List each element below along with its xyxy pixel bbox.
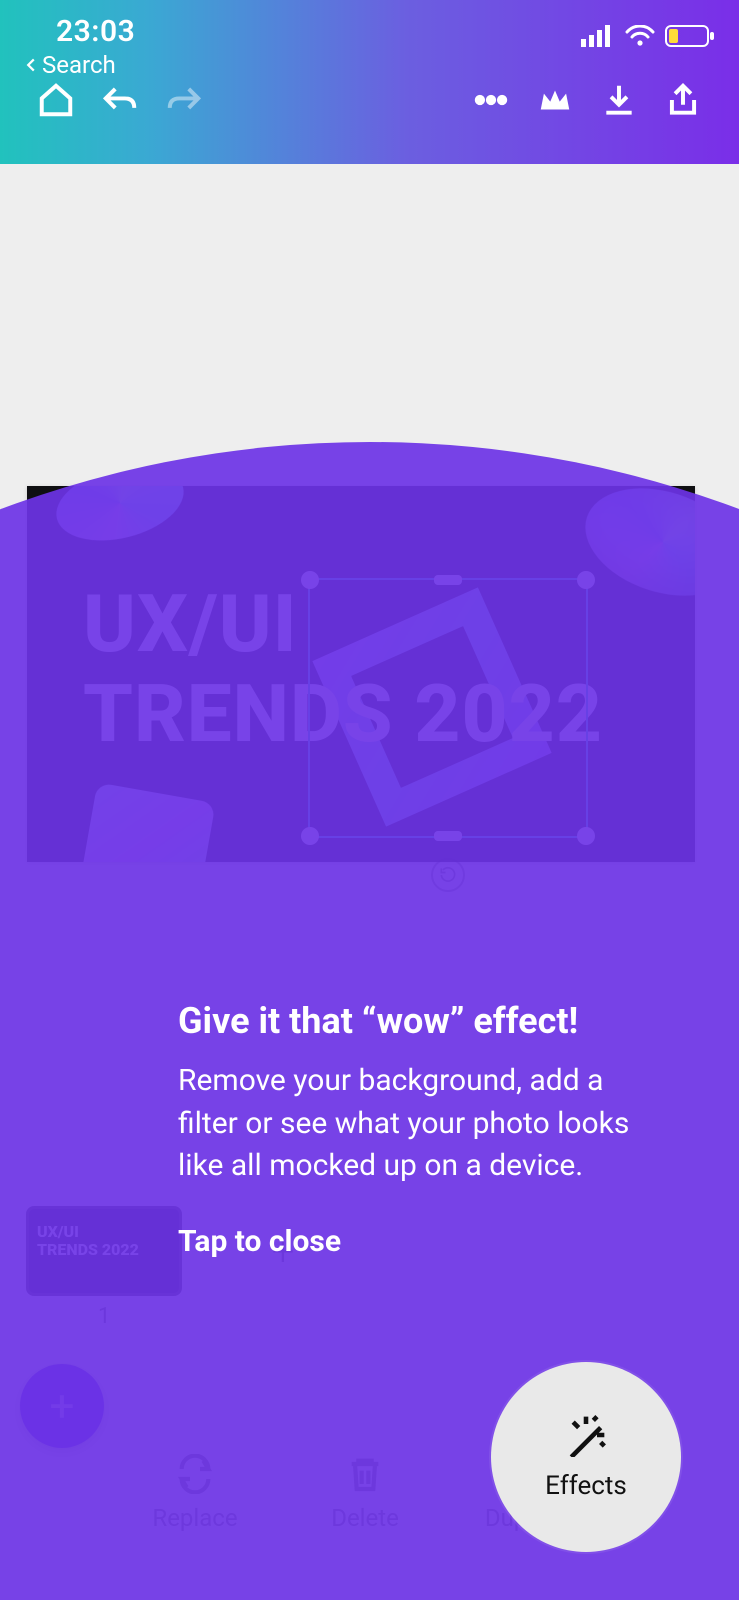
download-button[interactable] — [587, 68, 651, 132]
download-icon — [600, 81, 638, 119]
undo-button[interactable] — [88, 68, 152, 132]
editor-toolbar — [0, 60, 739, 140]
status-bar: 23:03 Search — [0, 0, 739, 60]
more-icon — [472, 81, 510, 119]
status-icons — [581, 14, 715, 48]
crown-icon — [536, 81, 574, 119]
effects-button[interactable]: Effects — [491, 1362, 681, 1552]
pro-button[interactable] — [523, 68, 587, 132]
app-header: 23:03 Search — [0, 0, 739, 164]
undo-icon — [101, 81, 139, 119]
effects-label: Effects — [545, 1471, 627, 1501]
sparkle-icon — [564, 1413, 608, 1457]
more-button[interactable] — [459, 68, 523, 132]
wifi-icon — [625, 25, 655, 47]
coachmark-content: Give it that “wow” effect! Remove your b… — [178, 1000, 659, 1259]
battery-icon — [665, 24, 715, 48]
share-button[interactable] — [651, 68, 715, 132]
share-icon — [664, 81, 702, 119]
coachmark-body: Remove your background, add a filter or … — [178, 1060, 659, 1188]
home-button[interactable] — [24, 68, 88, 132]
home-icon — [37, 81, 75, 119]
cellular-icon — [581, 25, 615, 47]
redo-button[interactable] — [152, 68, 216, 132]
status-clock: 23:03 — [24, 14, 135, 49]
coachmark-title: Give it that “wow” effect! — [178, 1000, 659, 1042]
coachmark-tap-to-close[interactable]: Tap to close — [178, 1224, 659, 1259]
redo-icon — [165, 81, 203, 119]
